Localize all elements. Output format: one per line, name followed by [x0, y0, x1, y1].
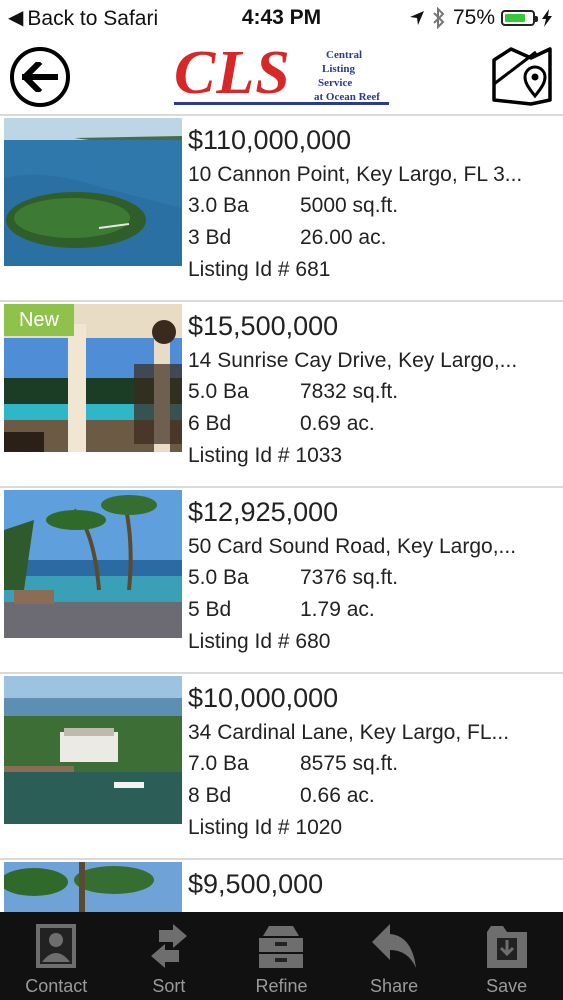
listing-sqft: 5000 sq.ft. — [300, 194, 399, 217]
status-bar: ◀ Back to Safari 4:43 PM 75% — [0, 0, 563, 38]
new-badge: New — [4, 304, 74, 336]
listing-address: 10 Cannon Point, Key Largo, FL 3... — [188, 163, 523, 186]
listing-row[interactable]: $110,000,000 10 Cannon Point, Key Largo,… — [0, 116, 563, 302]
tab-contact-label: Contact — [25, 976, 88, 996]
save-folder-icon — [486, 926, 527, 968]
listing-row[interactable]: $10,000,000 34 Cardinal Lane, Key Largo,… — [0, 674, 563, 860]
map-view-button[interactable] — [491, 44, 553, 106]
listing-sqft: 7832 sq.ft. — [300, 380, 399, 403]
listing-photo[interactable] — [4, 676, 182, 824]
logo-main-text: CLS — [174, 39, 291, 107]
listing-address: 50 Card Sound Road, Key Largo,... — [188, 535, 517, 558]
app-header: CLS Central Listing Service at Ocean Ree… — [0, 38, 563, 116]
listing-price: $110,000,000 — [188, 125, 352, 155]
map-pin-icon — [492, 47, 552, 106]
listing-beds: 5 Bd — [188, 598, 232, 621]
listing-address: 14 Sunrise Cay Drive, Key Largo,... — [188, 349, 518, 372]
listing-photo[interactable]: New — [4, 304, 182, 452]
tab-refine-label: Refine — [255, 976, 308, 996]
tab-save[interactable]: Save — [450, 912, 563, 1000]
logo-line-listing: Listing — [322, 63, 356, 75]
listing-acres: 26.00 ac. — [300, 226, 387, 249]
tab-contact[interactable]: Contact — [0, 912, 113, 1000]
logo-line-central: Central — [326, 49, 363, 61]
back-button[interactable] — [10, 47, 70, 107]
listing-price: $9,500,000 — [188, 869, 324, 899]
listing-beds: 8 Bd — [188, 784, 232, 807]
cls-logo: CLS Central Listing Service at Ocean Ree… — [172, 39, 392, 108]
listing-id: Listing Id # 1033 — [188, 444, 343, 467]
listing-id: Listing Id # 1020 — [188, 816, 343, 839]
listing-beds: 6 Bd — [188, 412, 232, 435]
share-reply-icon — [372, 924, 417, 968]
listing-beds: 3 Bd — [188, 226, 232, 249]
battery-icon — [501, 10, 538, 26]
listing-id: Listing Id # 680 — [188, 630, 331, 653]
listing-photo[interactable] — [4, 118, 182, 266]
tab-share-label: Share — [370, 976, 419, 996]
listing-photo[interactable] — [4, 862, 182, 912]
location-arrow-icon — [409, 11, 424, 25]
tab-share[interactable]: Share — [338, 912, 451, 1000]
bottom-tab-bar: Contact Sort Refine Share Save — [0, 912, 563, 1000]
logo-line-service: Service — [318, 77, 353, 89]
listing-photo[interactable] — [4, 490, 182, 638]
tab-sort[interactable]: Sort — [113, 912, 226, 1000]
listing-id: Listing Id # 681 — [188, 258, 331, 281]
tab-save-label: Save — [486, 976, 528, 996]
listing-sqft: 8575 sq.ft. — [300, 752, 399, 775]
listing-acres: 0.69 ac. — [300, 412, 375, 435]
battery-percent: 75% — [452, 6, 495, 29]
logo-subtitle: Central Listing Service at Ocean Reef — [314, 48, 380, 104]
tab-sort-label: Sort — [152, 976, 186, 996]
listing-row[interactable]: New $15,500,000 14 Sunrise Cay Drive, Ke… — [0, 302, 563, 488]
listing-row[interactable]: $12,925,000 50 Card Sound Road, Key Larg… — [0, 488, 563, 674]
tab-refine[interactable]: Refine — [225, 912, 338, 1000]
bluetooth-icon — [433, 7, 445, 29]
listing-baths: 5.0 Ba — [188, 566, 249, 589]
sort-arrows-icon — [150, 924, 187, 968]
listing-price: $10,000,000 — [188, 683, 339, 713]
listing-price: $12,925,000 — [188, 497, 339, 527]
back-arrow-icon — [22, 62, 58, 92]
logo-underline — [174, 102, 389, 105]
listing-acres: 1.79 ac. — [300, 598, 375, 621]
listing-address: 34 Cardinal Lane, Key Largo, FL... — [188, 721, 510, 744]
charging-bolt-icon — [542, 9, 552, 27]
listing-row[interactable]: $9,500,000 — [0, 860, 563, 912]
listing-baths: 3.0 Ba — [188, 194, 249, 217]
listing-acres: 0.66 ac. — [300, 784, 375, 807]
refine-filter-icon — [259, 926, 304, 968]
contact-card-icon — [36, 924, 77, 968]
listings-list[interactable]: $110,000,000 10 Cannon Point, Key Largo,… — [0, 116, 563, 912]
listing-baths: 5.0 Ba — [188, 380, 249, 403]
listing-baths: 7.0 Ba — [188, 752, 249, 775]
listing-price: $15,500,000 — [188, 311, 339, 341]
listing-sqft: 7376 sq.ft. — [300, 566, 399, 589]
